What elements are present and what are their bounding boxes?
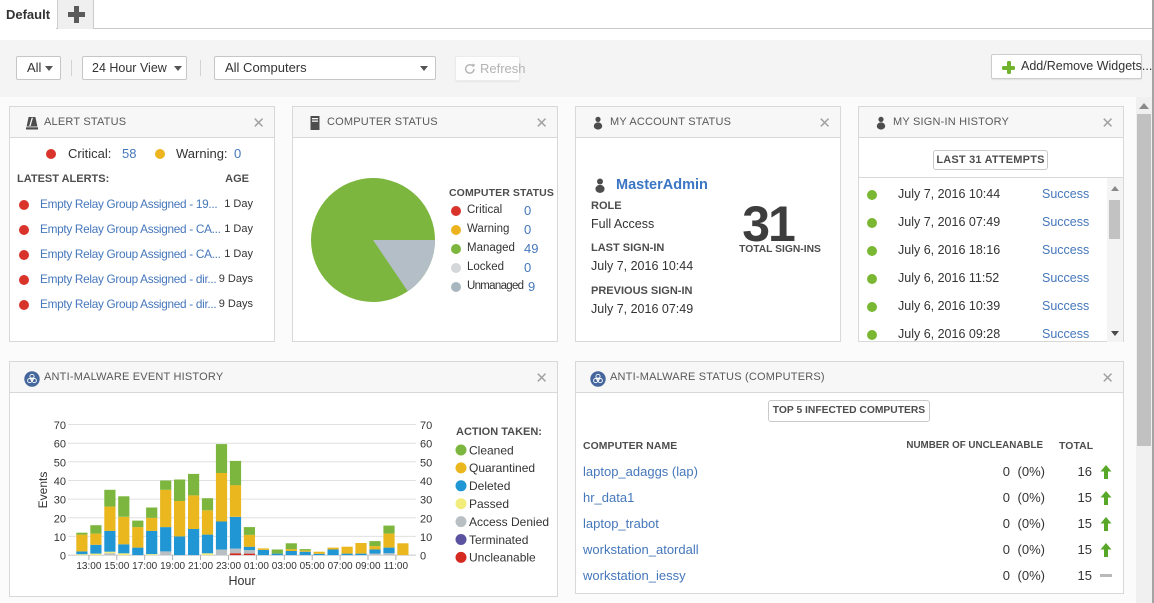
svg-text:17:00: 17:00 [132,561,157,572]
svg-text:Terminated: Terminated [469,533,528,547]
svg-text:40: 40 [54,476,66,488]
svg-text:60: 60 [420,439,432,451]
svg-text:70: 70 [420,420,432,432]
svg-text:Uncleanable: Uncleanable [469,551,536,565]
svg-text:Cleaned: Cleaned [469,443,514,457]
svg-text:13:00: 13:00 [76,561,101,572]
svg-text:Access Denied: Access Denied [469,515,549,529]
svg-text:60: 60 [54,439,66,451]
svg-text:05:00: 05:00 [300,561,325,572]
svg-text:50: 50 [54,457,66,469]
svg-text:10: 10 [54,532,66,544]
svg-text:ACTION TAKEN:: ACTION TAKEN: [456,426,542,438]
svg-text:30: 30 [420,495,432,507]
svg-text:11:00: 11:00 [384,561,409,572]
svg-text:10: 10 [420,532,432,544]
svg-text:70: 70 [54,420,66,432]
svg-text:23:00: 23:00 [216,561,241,572]
svg-text:0: 0 [60,551,66,563]
svg-text:20: 20 [420,513,432,525]
svg-text:19:00: 19:00 [160,561,185,572]
svg-text:03:00: 03:00 [272,561,297,572]
svg-text:0: 0 [420,551,426,563]
svg-text:20: 20 [54,513,66,525]
svg-text:Deleted: Deleted [469,479,510,493]
svg-text:Hour: Hour [228,574,255,588]
svg-text:40: 40 [420,476,432,488]
svg-text:01:00: 01:00 [244,561,269,572]
svg-text:15:00: 15:00 [104,561,129,572]
svg-text:09:00: 09:00 [355,561,380,572]
svg-text:50: 50 [420,457,432,469]
svg-text:Events: Events [36,472,50,509]
svg-text:Quarantined: Quarantined [469,461,535,475]
svg-text:30: 30 [54,495,66,507]
svg-text:21:00: 21:00 [188,561,213,572]
svg-text:Passed: Passed [469,497,509,511]
svg-text:07:00: 07:00 [328,561,353,572]
